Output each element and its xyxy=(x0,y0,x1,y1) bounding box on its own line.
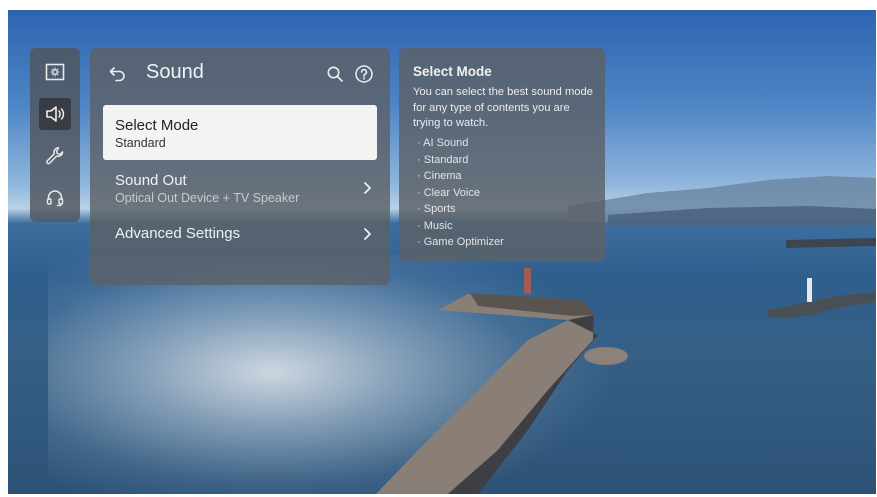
tv-screen: Sound Select Mode Standard Sound Out Opt… xyxy=(8,10,876,494)
menu-item-label: Select Mode xyxy=(115,117,199,134)
list-item: Cinema xyxy=(417,168,504,185)
list-item: Sports xyxy=(417,201,504,218)
panel-header: Sound xyxy=(90,48,390,100)
rail-general-button[interactable] xyxy=(39,140,71,172)
menu-item-label: Sound Out xyxy=(115,172,187,189)
chevron-right-icon xyxy=(364,228,371,240)
info-description: You can select the best sound mode for a… xyxy=(413,86,593,129)
list-item: Music xyxy=(417,218,504,235)
back-arrow-icon[interactable] xyxy=(108,63,128,83)
menu-item-label: Advanced Settings xyxy=(115,225,241,242)
menu-item-select-mode[interactable]: Select Mode Standard xyxy=(103,105,377,160)
menu-item-value: Standard xyxy=(115,136,166,150)
list-item: Clear Voice xyxy=(417,185,504,202)
help-info-panel: Select Mode You can select the best soun… xyxy=(399,48,605,262)
settings-category-rail xyxy=(30,48,80,222)
headset-support-icon xyxy=(46,190,64,207)
rail-picture-button[interactable] xyxy=(39,56,71,88)
list-item: AI Sound xyxy=(417,135,504,152)
list-item: Standard xyxy=(417,152,504,169)
speaker-icon xyxy=(46,106,65,122)
menu-item-value: Optical Out Device + TV Speaker xyxy=(115,191,300,205)
search-icon[interactable] xyxy=(326,65,344,83)
chevron-right-icon xyxy=(364,182,371,194)
list-item: Game Optimizer xyxy=(417,234,504,251)
menu-item-sound-out[interactable]: Sound Out Optical Out Device + TV Speake… xyxy=(103,164,377,210)
wrench-icon xyxy=(46,147,64,165)
menu-item-advanced-settings[interactable]: Advanced Settings xyxy=(103,216,377,252)
help-icon[interactable] xyxy=(354,64,374,84)
info-title: Select Mode xyxy=(413,64,492,79)
sound-settings-panel: Sound Select Mode Standard Sound Out Opt… xyxy=(90,48,390,285)
rail-sound-button[interactable] xyxy=(39,98,71,130)
panel-title: Sound xyxy=(146,61,204,83)
picture-settings-icon xyxy=(45,63,65,81)
rail-support-button[interactable] xyxy=(39,182,71,214)
sound-mode-list: AI Sound Standard Cinema Clear Voice Spo… xyxy=(417,135,504,251)
